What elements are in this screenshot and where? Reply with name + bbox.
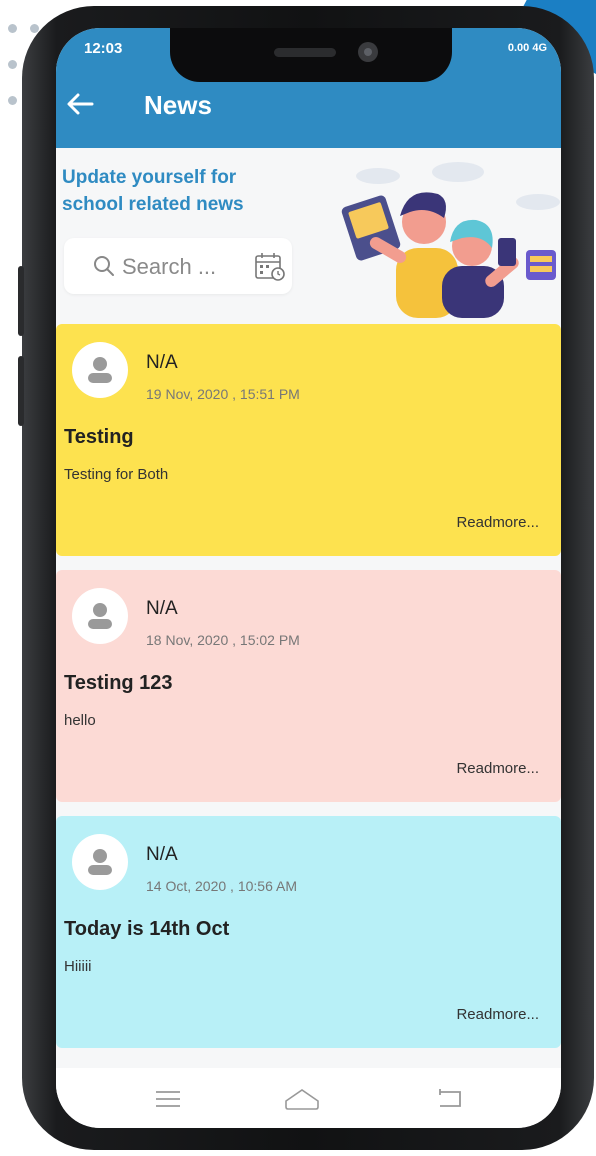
search-input[interactable] <box>120 252 248 282</box>
status-indicators: 0.00 4G <box>507 42 547 54</box>
news-body: hello <box>64 712 96 729</box>
system-nav-bar <box>56 1068 561 1128</box>
banner-text: Update yourself for school related news <box>62 164 302 218</box>
back-button[interactable] <box>62 86 98 122</box>
readmore-link[interactable]: Readmore... <box>456 1006 539 1023</box>
nav-menu-button[interactable] <box>148 1084 188 1114</box>
stage: 12:03 0.00 4G News Update yourself for s… <box>0 0 596 1156</box>
arrow-left-icon <box>67 93 94 115</box>
nav-back-button[interactable] <box>430 1084 470 1114</box>
news-date: 14 Oct, 2020 , 10:56 AM <box>146 878 297 894</box>
back-icon <box>439 1089 461 1107</box>
home-icon <box>285 1089 319 1110</box>
decor-dot <box>8 60 17 69</box>
author-name: N/A <box>146 352 178 373</box>
author-name: N/A <box>146 598 178 619</box>
news-date: 18 Nov, 2020 , 15:02 PM <box>146 632 300 648</box>
author-name: N/A <box>146 844 178 865</box>
banner-line-2: school related news <box>62 194 244 215</box>
status-time: 12:03 <box>84 40 123 57</box>
speaker-grille <box>274 48 336 57</box>
news-date: 19 Nov, 2020 , 15:51 PM <box>146 386 300 402</box>
decor-dot <box>8 24 17 33</box>
news-title: Today is 14th Oct <box>64 918 230 940</box>
calendar-button[interactable] <box>254 252 286 287</box>
news-illustration <box>341 162 560 318</box>
readmore-link[interactable]: Readmore... <box>456 760 539 777</box>
news-card[interactable]: N/A 14 Oct, 2020 , 10:56 AM Today is 14t… <box>56 816 561 1048</box>
user-avatar-icon <box>88 849 112 875</box>
readmore-link[interactable]: Readmore... <box>456 514 539 531</box>
search-box <box>64 238 292 294</box>
phone-notch <box>170 28 452 82</box>
decor-dot <box>8 96 17 105</box>
user-avatar-icon <box>88 357 112 383</box>
news-card[interactable]: N/A 18 Nov, 2020 , 15:02 PM Testing 123 … <box>56 570 561 802</box>
page-title: News <box>144 90 212 120</box>
author-avatar <box>72 834 128 890</box>
author-avatar <box>72 342 128 398</box>
screen: 12:03 0.00 4G News Update yourself for s… <box>56 28 561 1128</box>
search-icon <box>94 256 114 276</box>
calendar-icon <box>255 253 285 281</box>
phone-frame: 12:03 0.00 4G News Update yourself for s… <box>18 6 594 1150</box>
nav-home-button[interactable] <box>282 1084 322 1114</box>
app-bar: 12:03 0.00 4G News <box>56 28 561 148</box>
phone-side-button <box>18 356 24 426</box>
news-body: Hiiiii <box>64 958 92 975</box>
news-card[interactable]: N/A 19 Nov, 2020 , 15:51 PM Testing Test… <box>56 324 561 556</box>
news-body: Testing for Both <box>64 466 169 483</box>
author-avatar <box>72 588 128 644</box>
front-camera <box>358 42 378 62</box>
menu-icon <box>156 1091 180 1107</box>
phone-side-button <box>18 266 24 336</box>
news-title: Testing 123 <box>64 672 173 694</box>
user-avatar-icon <box>88 603 112 629</box>
news-title: Testing <box>64 426 134 448</box>
banner-line-1: Update yourself for <box>62 167 237 188</box>
